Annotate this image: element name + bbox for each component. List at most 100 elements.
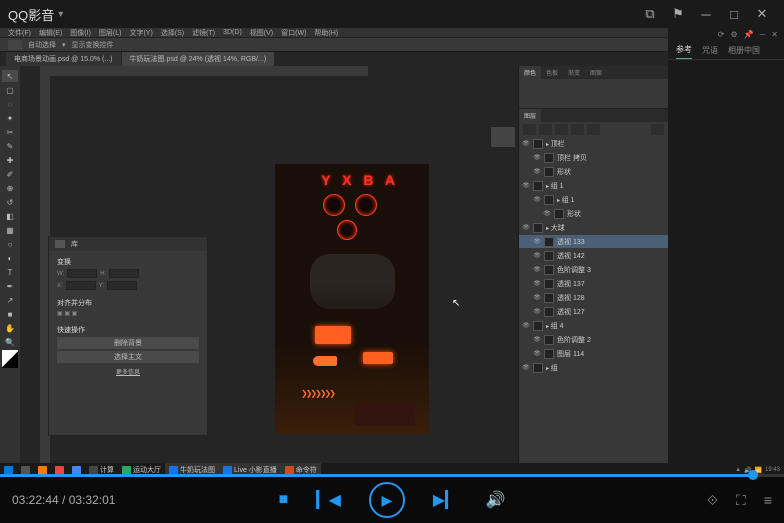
stop-button[interactable]: ■ [279, 491, 289, 509]
layer-thumb [544, 251, 554, 261]
volume-button[interactable]: 🔊 [485, 490, 505, 510]
panel-section: 对齐并分布 [57, 298, 199, 308]
lasso-tool-icon: ◌ [2, 98, 18, 110]
visibility-icon: 👁 [533, 350, 541, 358]
artwork-circle [337, 220, 357, 240]
artwork-letters: Y X B A [321, 172, 399, 188]
close-icon[interactable]: ✕ [748, 2, 776, 26]
layer-row: 👁色阶调整 2 [519, 333, 668, 346]
visibility-icon: 👁 [522, 322, 530, 330]
layer-thumb [544, 153, 554, 163]
layer-row: 👁透视 142 [519, 249, 668, 262]
layer-thumb [533, 223, 543, 233]
layer-row: 👁形状 [519, 207, 668, 220]
layer-label: 顶栏 [546, 139, 565, 149]
collapsed-panel [490, 126, 516, 148]
panel-section: 变换 [57, 257, 199, 267]
pen-tool-icon: ✒ [2, 280, 18, 292]
pip-icon[interactable]: ⧉ [636, 2, 664, 26]
layer-label: 组 [546, 363, 558, 373]
layer-row: 👁组 1 [519, 193, 668, 206]
panel-button: 删除背景 [57, 337, 199, 349]
dodge-tool-icon: ◐ [2, 252, 18, 264]
blur-tool-icon: ○ [2, 238, 18, 250]
layer-label: 组 1 [546, 181, 564, 191]
side-app-panel: ⟳ ⚙ 📌 ─ ✕ 参考 咒语 相册中国 [668, 28, 784, 477]
layer-thumb [544, 167, 554, 177]
visibility-icon: 👁 [533, 168, 541, 176]
progress-thumb[interactable] [748, 470, 758, 480]
layer-thumb [544, 279, 554, 289]
progress-bar[interactable] [0, 474, 784, 477]
app-title: QQ影音 ▾ [8, 5, 63, 24]
wand-tool-icon: ✦ [2, 112, 18, 124]
cursor-icon: ↖ [452, 298, 460, 309]
layer-row: 👁顶栏 拷贝 [519, 151, 668, 164]
maximize-icon[interactable]: □ [720, 2, 748, 26]
visibility-icon: 👁 [533, 280, 541, 288]
menu-item: 滤镜(T) [192, 28, 215, 38]
layer-label: 透视 127 [557, 307, 585, 317]
zoom-tool-icon: 🔍 [2, 336, 18, 348]
visibility-icon: 👁 [522, 140, 530, 148]
minimize-icon[interactable]: ─ [692, 2, 720, 26]
play-button[interactable]: ▶ [369, 482, 405, 518]
menu-item: 图层(L) [99, 28, 122, 38]
visibility-icon: 👁 [522, 182, 530, 190]
layer-row: 👁 组 4 [519, 319, 668, 332]
layer-thumb [554, 209, 564, 219]
layer-row: 👁 透视 137 [519, 277, 668, 290]
layer-thumb [544, 335, 554, 345]
layer-row: 👁色阶调整 3 [519, 263, 668, 276]
next-button[interactable]: ▶▎ [433, 490, 458, 510]
layer-label: 组 4 [546, 321, 564, 331]
layer-thumb [533, 139, 543, 149]
visibility-icon: 👁 [522, 364, 530, 372]
shape-tool-icon: ■ [2, 308, 18, 320]
visibility-icon: 👁 [522, 224, 530, 232]
panel-tab: 渐变 [563, 66, 585, 79]
color-panel [519, 79, 668, 109]
layer-thumb [533, 363, 543, 373]
visibility-icon: 👁 [533, 252, 541, 260]
brush-tool-icon: ✐ [2, 168, 18, 180]
layer-row: 👁组 [519, 361, 668, 374]
video-area[interactable]: 文件(F) 编辑(E) 图像(I) 图层(L) 文字(Y) 选择(S) 滤镜(T… [0, 28, 784, 477]
panel-tab: 颜色 [519, 66, 541, 79]
stamp-tool-icon: ⊕ [2, 182, 18, 194]
layer-row: 👁 组 1 [519, 179, 668, 192]
gear-icon: ⚙ [730, 30, 737, 39]
pin-icon: 📌 [744, 30, 754, 39]
flag-icon[interactable]: ⚑ [664, 2, 692, 26]
ps-options-bar: 自动选择▾ 显示变换控件 [0, 38, 668, 52]
visibility-icon: 👁 [533, 266, 541, 274]
menu-item: 3D(D) [223, 29, 242, 36]
layer-label: 透视 137 [557, 279, 585, 289]
eraser-tool-icon: ◧ [2, 210, 18, 222]
artwork-glow [315, 326, 351, 344]
move-tool-icon: ↖ [2, 70, 18, 82]
minimize-icon: ─ [760, 30, 766, 39]
prev-button[interactable]: ▎◀ [316, 490, 341, 510]
visibility-icon: 👁 [543, 210, 551, 218]
photoshop-window: 文件(F) 编辑(E) 图像(I) 图层(L) 文字(Y) 选择(S) 滤镜(T… [0, 28, 668, 477]
layer-thumb [544, 307, 554, 317]
ps-canvas-area: Y X B A ❯❯❯❯❯❯❯ 库 [20, 66, 518, 477]
menu-item: 窗口(W) [281, 28, 306, 38]
layer-thumb [544, 293, 554, 303]
ps-menubar: 文件(F) 编辑(E) 图像(I) 图层(L) 文字(Y) 选择(S) 滤镜(T… [0, 28, 668, 38]
layer-row: 👁 顶栏 [519, 137, 668, 150]
chevron-down-icon[interactable]: ▾ [58, 9, 63, 20]
gradient-tool-icon: ▦ [2, 224, 18, 236]
layer-row: 👁图层 114 [519, 347, 668, 360]
layer-row: 👁透视 133 [519, 235, 668, 248]
artwork-circle [355, 194, 377, 216]
layer-thumb [533, 181, 543, 191]
layer-thumb [544, 237, 554, 247]
panel-section: 快速操作 [57, 325, 199, 335]
crop-tool-icon: ✂ [2, 126, 18, 138]
artwork-key [313, 356, 337, 366]
layer-thumb [544, 349, 554, 359]
menu-item: 视图(V) [250, 28, 273, 38]
panel-tab: 图案 [585, 66, 607, 79]
